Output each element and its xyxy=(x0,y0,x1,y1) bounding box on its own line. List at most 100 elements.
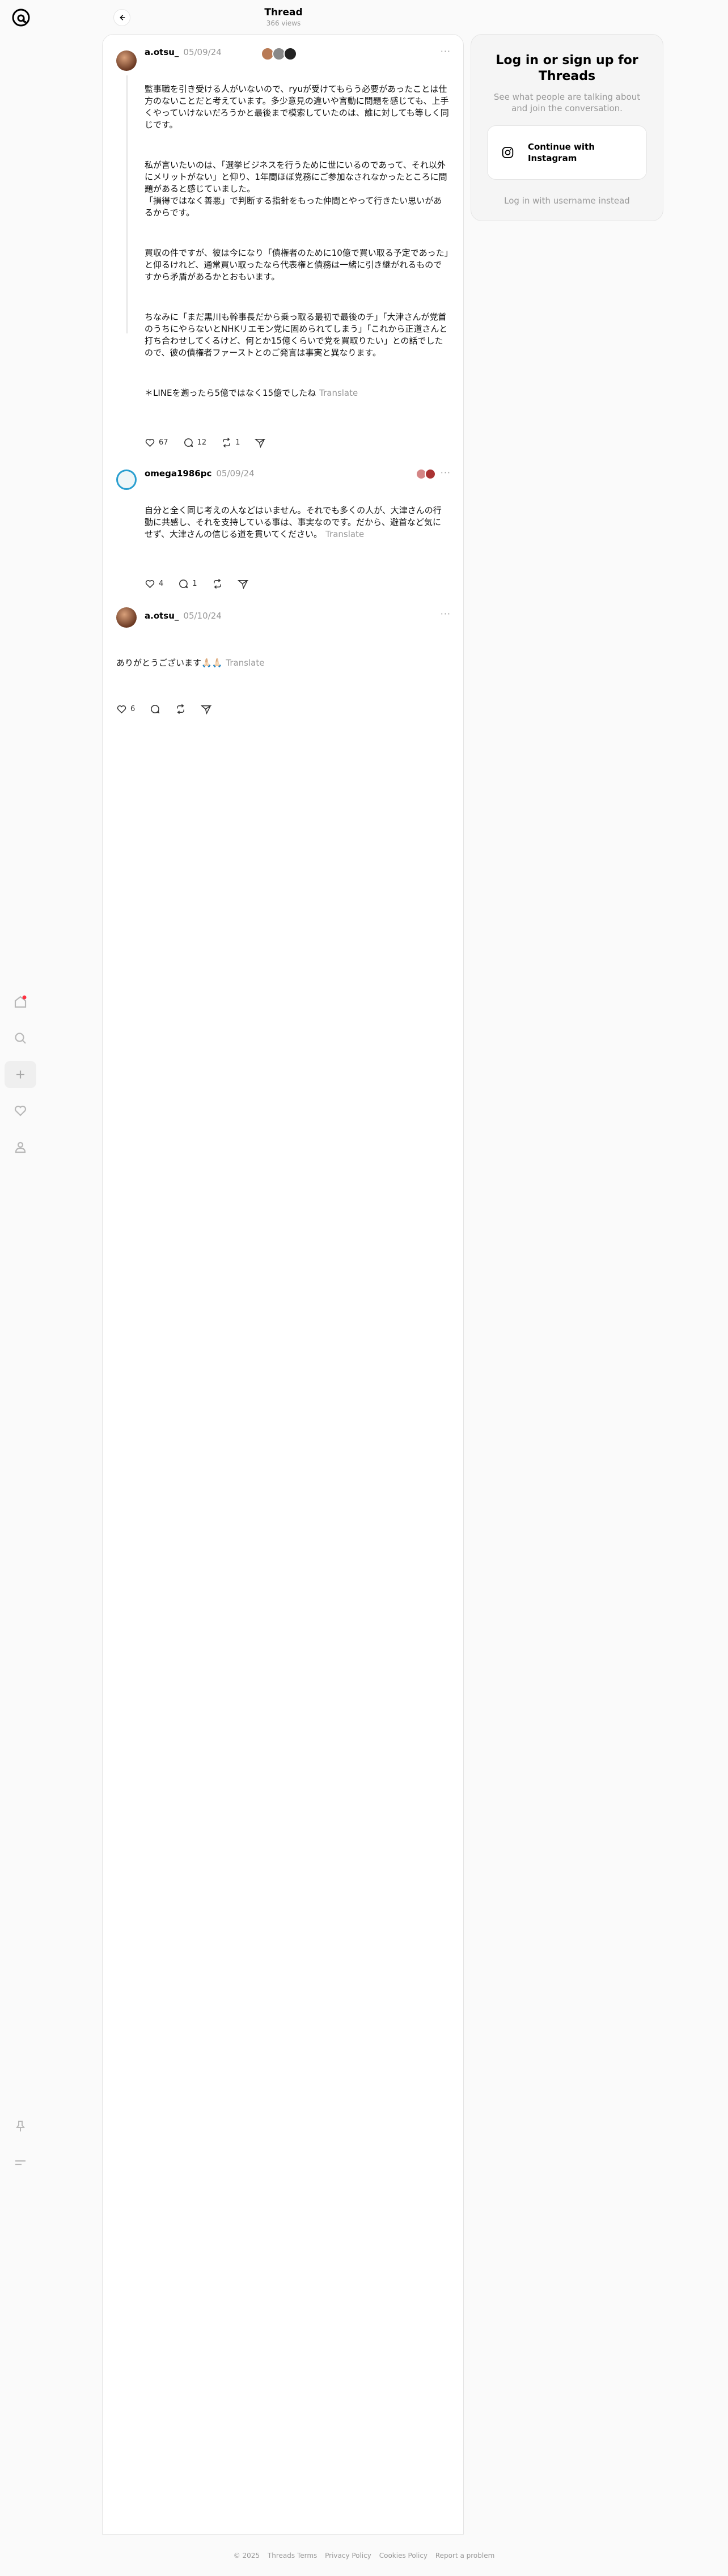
repost-icon xyxy=(213,578,221,589)
comment-icon xyxy=(151,704,160,713)
thread-card: ··· a.otsu_ 05/09/24 監事職を引き受ける人がいないので、ry… xyxy=(102,34,464,2535)
side-nav-bottom xyxy=(0,2108,41,2185)
avatar[interactable] xyxy=(116,607,137,628)
login-panel: Log in or sign up for Threads See what p… xyxy=(471,34,663,221)
repost-count: 1 xyxy=(235,438,240,447)
repost-icon xyxy=(177,704,185,714)
reply-count: 12 xyxy=(197,438,207,447)
thread-connector-line xyxy=(126,75,128,333)
username[interactable]: a.otsu_ xyxy=(145,611,179,621)
post-paragraph: 買収の件ですが、彼は今になり「債権者のために10億で買い取る予定であった」と仰る… xyxy=(145,248,449,282)
menu-icon xyxy=(15,2160,26,2165)
page-header: Thread 366 views xyxy=(102,6,465,34)
translate-link[interactable]: Translate xyxy=(319,388,358,398)
comment-icon xyxy=(184,438,193,447)
post-actions: 6 xyxy=(116,701,450,717)
heart-icon xyxy=(145,580,155,588)
post-actions: 4 1 xyxy=(145,576,450,591)
login-title: Log in or sign up for Threads xyxy=(496,53,638,83)
footer-link-privacy[interactable]: Privacy Policy xyxy=(325,2552,371,2560)
username-login-link[interactable]: Log in with username instead xyxy=(487,196,647,206)
instagram-icon xyxy=(502,147,514,158)
create-icon xyxy=(16,1071,24,1078)
nav-pin-button[interactable] xyxy=(5,2113,36,2140)
post-paragraph: ありがとうございます🙏🏻🙏🏻 xyxy=(116,658,223,668)
nav-profile-button[interactable] xyxy=(5,1133,36,1161)
send-icon xyxy=(237,580,248,589)
comment-icon xyxy=(179,579,188,588)
reply-avatars xyxy=(261,47,297,61)
avatar[interactable] xyxy=(116,469,137,490)
nav-activity-button[interactable] xyxy=(5,1097,36,1124)
nav-menu-button[interactable] xyxy=(5,2149,36,2176)
post-paragraph: ＊LINEを遡ったら5億ではなく15億でしたね xyxy=(145,388,316,398)
post-date[interactable]: 05/09/24 xyxy=(183,47,221,57)
translate-link[interactable]: Translate xyxy=(325,529,364,539)
instagram-button-label: Continue with Instagram xyxy=(527,142,595,163)
post-paragraph: ちなみに「まだ黒川も幹事長だから乗っ取る最初で最後のチ」「大津さんが党首のうちに… xyxy=(145,312,448,358)
like-button[interactable]: 4 xyxy=(145,578,163,589)
footer-link-report[interactable]: Report a problem xyxy=(435,2552,494,2560)
username[interactable]: omega1986pc xyxy=(145,468,211,479)
username[interactable]: a.otsu_ xyxy=(145,47,179,57)
post-date[interactable]: 05/10/24 xyxy=(183,611,221,621)
continue-with-instagram-button[interactable]: Continue with Instagram xyxy=(487,125,647,180)
like-count: 67 xyxy=(159,438,168,447)
post-date[interactable]: 05/09/24 xyxy=(216,468,254,479)
thread-post: ··· a.otsu_ 05/10/24 ありがとうございます🙏🏻🙏🏻 Trans… xyxy=(103,597,463,722)
more-options-icon[interactable]: ··· xyxy=(441,467,451,478)
footer-link-cookies[interactable]: Cookies Policy xyxy=(379,2552,428,2560)
send-icon xyxy=(255,438,266,448)
like-button[interactable]: 6 xyxy=(116,704,135,714)
post-paragraph: 私が言いたいのは、「選挙ビジネスを行うために世にいるのであって、それ以外にメリッ… xyxy=(145,160,447,218)
post-text: 自分と全く同じ考えの人などはいません。それでも多くの人が、大津さんの行動に共感し… xyxy=(145,481,450,569)
profile-icon xyxy=(15,1141,26,1153)
share-button[interactable] xyxy=(255,437,266,448)
more-options-icon[interactable]: ··· xyxy=(441,46,451,57)
view-count: 366 views xyxy=(266,19,301,27)
post-text: ありがとうございます🙏🏻🙏🏻 Translate xyxy=(116,633,450,697)
repost-button[interactable] xyxy=(212,578,223,589)
share-button[interactable] xyxy=(201,704,212,714)
pin-icon xyxy=(16,2121,25,2131)
post-paragraph: 監事職を引き受ける人がいないので、ryuが受けてもらう必要があったことは仕方のな… xyxy=(145,84,449,130)
side-nav xyxy=(0,984,41,1170)
nav-search-button[interactable] xyxy=(5,1025,36,1052)
avatar xyxy=(283,47,297,61)
repost-button[interactable] xyxy=(175,704,186,714)
page-title: Thread xyxy=(264,7,303,18)
heart-icon xyxy=(14,1105,27,1116)
translate-link[interactable]: Translate xyxy=(226,658,264,668)
like-count: 4 xyxy=(159,579,164,588)
avatar[interactable] xyxy=(116,50,137,71)
avatar xyxy=(425,468,436,480)
threads-logo-icon[interactable] xyxy=(11,8,31,27)
reply-button[interactable] xyxy=(150,704,160,714)
search-icon xyxy=(15,1033,26,1044)
like-button[interactable]: 67 xyxy=(145,437,168,448)
footer-link-terms[interactable]: Threads Terms xyxy=(268,2552,317,2560)
repost-button[interactable]: 1 xyxy=(221,437,240,448)
repost-icon xyxy=(223,437,231,447)
nav-create-button[interactable] xyxy=(5,1061,36,1088)
thread-post: ··· omega1986pc 05/09/24 自分と全く同じ考えの人などはい… xyxy=(103,456,463,597)
reply-button[interactable]: 1 xyxy=(178,578,197,589)
reply-count: 1 xyxy=(192,579,197,588)
thread-post: ··· a.otsu_ 05/09/24 監事職を引き受ける人がいないので、ry… xyxy=(103,35,463,456)
footer: © 2025 Threads Terms Privacy Policy Cook… xyxy=(0,2552,728,2560)
like-count: 6 xyxy=(130,704,136,713)
post-text: 監事職を引き受ける人がいないので、ryuが受けてもらう必要があったことは仕方のな… xyxy=(145,60,450,428)
send-icon xyxy=(201,705,212,714)
post-paragraph: 自分と全く同じ考えの人などはいません。それでも多くの人が、大津さんの行動に共感し… xyxy=(145,505,442,539)
login-subtitle: See what people are talking about and jo… xyxy=(493,92,641,113)
heart-icon xyxy=(145,438,155,447)
nav-home-button[interactable] xyxy=(5,988,36,1016)
reply-avatars xyxy=(416,468,436,480)
heart-icon xyxy=(117,705,126,713)
reply-button[interactable]: 12 xyxy=(183,437,207,448)
more-options-icon[interactable]: ··· xyxy=(441,608,451,619)
footer-copyright: © 2025 xyxy=(233,2552,260,2560)
home-icon xyxy=(14,995,27,1008)
share-button[interactable] xyxy=(237,578,248,589)
post-actions: 67 12 1 xyxy=(145,434,450,450)
